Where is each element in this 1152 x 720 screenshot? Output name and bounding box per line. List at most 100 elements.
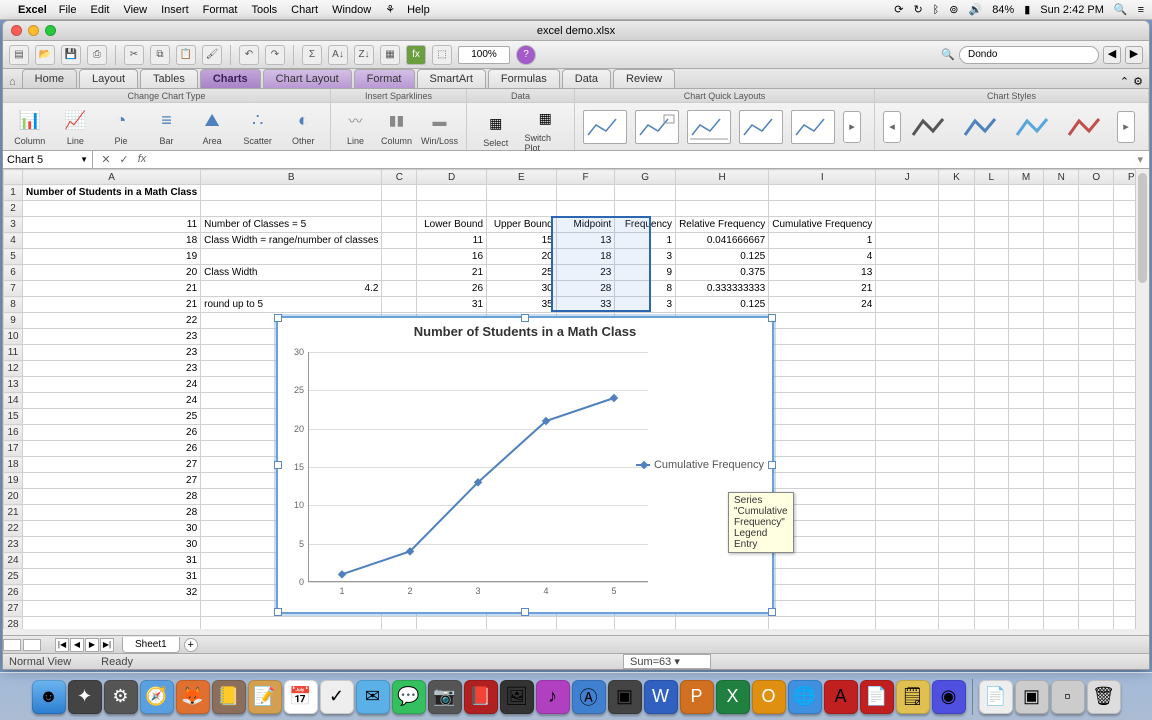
cell-J23[interactable] xyxy=(876,537,939,553)
cell-O6[interactable] xyxy=(1079,265,1114,281)
settings-icon[interactable]: ⚙ xyxy=(104,680,138,714)
cell-M19[interactable] xyxy=(1008,473,1043,489)
cell-N25[interactable] xyxy=(1044,569,1079,585)
nav-prev[interactable]: ◀ xyxy=(1103,46,1121,64)
format-painter-button[interactable]: 🖌 xyxy=(202,45,222,65)
cell-O22[interactable] xyxy=(1079,521,1114,537)
cell-B8[interactable]: round up to 5 xyxy=(201,297,382,313)
cell-D6[interactable]: 21 xyxy=(417,265,487,281)
cell-N11[interactable] xyxy=(1044,345,1079,361)
cell-I7[interactable]: 21 xyxy=(769,281,876,297)
cell-L3[interactable] xyxy=(974,217,1008,233)
cell-M28[interactable] xyxy=(1008,617,1043,630)
row-header-8[interactable]: 8 xyxy=(4,297,23,313)
cell-A18[interactable]: 27 xyxy=(23,457,201,473)
cell-I16[interactable] xyxy=(769,425,876,441)
spotlight-icon[interactable]: 🔍 xyxy=(1114,3,1128,16)
cell-G5[interactable]: 3 xyxy=(615,249,676,265)
cell-L25[interactable] xyxy=(974,569,1008,585)
tab-chart-layout[interactable]: Chart Layout xyxy=(263,69,352,88)
chart-style-4[interactable] xyxy=(1065,113,1109,141)
cell-O15[interactable] xyxy=(1079,409,1114,425)
layouts-more[interactable]: ▸ xyxy=(843,111,861,143)
cell-J27[interactable] xyxy=(876,601,939,617)
cell-I18[interactable] xyxy=(769,457,876,473)
cell-I24[interactable] xyxy=(769,553,876,569)
cell-O14[interactable] xyxy=(1079,393,1114,409)
cell-C4[interactable] xyxy=(382,233,417,249)
close-button[interactable] xyxy=(11,25,22,36)
ribbon-collapse-icon[interactable]: ⌂ xyxy=(9,76,16,88)
cell-F28[interactable] xyxy=(556,617,615,630)
autosum-button[interactable]: Σ xyxy=(302,45,322,65)
cell-J3[interactable] xyxy=(876,217,939,233)
pdf-icon[interactable]: 📕 xyxy=(464,680,498,714)
cell-B6[interactable]: Class Width xyxy=(201,265,382,281)
cell-L15[interactable] xyxy=(974,409,1008,425)
cell-O10[interactable] xyxy=(1079,329,1114,345)
cell-J21[interactable] xyxy=(876,505,939,521)
cell-J19[interactable] xyxy=(876,473,939,489)
titlebar[interactable]: excel demo.xlsx xyxy=(3,21,1149,41)
cell-I1[interactable] xyxy=(769,185,876,201)
row-header-28[interactable]: 28 xyxy=(4,617,23,630)
mail-icon[interactable]: ✉ xyxy=(356,680,390,714)
cell-B28[interactable] xyxy=(201,617,382,630)
cell-I4[interactable]: 1 xyxy=(769,233,876,249)
menu-edit[interactable]: Edit xyxy=(90,4,109,16)
cell-J9[interactable] xyxy=(876,313,939,329)
quick-layout-2[interactable] xyxy=(635,110,679,144)
fx-icon[interactable]: fx xyxy=(135,153,149,166)
new-doc-button[interactable]: ▤ xyxy=(9,45,29,65)
cell-A14[interactable]: 24 xyxy=(23,393,201,409)
cell-I19[interactable] xyxy=(769,473,876,489)
accept-formula-icon[interactable]: ✓ xyxy=(117,153,131,166)
cell-H28[interactable] xyxy=(676,617,769,630)
cell-O23[interactable] xyxy=(1079,537,1114,553)
cell-J20[interactable] xyxy=(876,489,939,505)
row-header-10[interactable]: 10 xyxy=(4,329,23,345)
row-header-26[interactable]: 26 xyxy=(4,585,23,601)
cell-J17[interactable] xyxy=(876,441,939,457)
zoom-select[interactable]: 100% xyxy=(458,46,510,64)
launchpad-icon[interactable]: ✦ xyxy=(68,680,102,714)
cell-D7[interactable]: 26 xyxy=(417,281,487,297)
cell-K13[interactable] xyxy=(939,377,975,393)
cell-A16[interactable]: 26 xyxy=(23,425,201,441)
cell-I9[interactable] xyxy=(769,313,876,329)
cell-J10[interactable] xyxy=(876,329,939,345)
battery-icon[interactable]: ▮ xyxy=(1024,3,1030,16)
cell-L10[interactable] xyxy=(974,329,1008,345)
cell-M1[interactable] xyxy=(1008,185,1043,201)
cell-K26[interactable] xyxy=(939,585,975,601)
cell-N14[interactable] xyxy=(1044,393,1079,409)
cell-B1[interactable] xyxy=(201,185,382,201)
cell-N27[interactable] xyxy=(1044,601,1079,617)
menu-chart[interactable]: Chart xyxy=(291,4,318,16)
cell-H2[interactable] xyxy=(676,201,769,217)
cell-O2[interactable] xyxy=(1079,201,1114,217)
cell-L20[interactable] xyxy=(974,489,1008,505)
tab-format[interactable]: Format xyxy=(354,69,415,88)
cell-F2[interactable] xyxy=(556,201,615,217)
cell-K6[interactable] xyxy=(939,265,975,281)
cell-K7[interactable] xyxy=(939,281,975,297)
menu-file[interactable]: File xyxy=(59,4,77,16)
minimize-button[interactable] xyxy=(28,25,39,36)
cell-O18[interactable] xyxy=(1079,457,1114,473)
cell-D3[interactable]: Lower Bound xyxy=(417,217,487,233)
col-header-C[interactable]: C xyxy=(382,170,417,185)
cell-M10[interactable] xyxy=(1008,329,1043,345)
cell-O7[interactable] xyxy=(1079,281,1114,297)
photos-icon[interactable]: 🖼 xyxy=(500,680,534,714)
cell-N16[interactable] xyxy=(1044,425,1079,441)
cell-L26[interactable] xyxy=(974,585,1008,601)
zoom-button[interactable] xyxy=(45,25,56,36)
row-header-15[interactable]: 15 xyxy=(4,409,23,425)
row-header-14[interactable]: 14 xyxy=(4,393,23,409)
cell-A19[interactable]: 27 xyxy=(23,473,201,489)
cell-C28[interactable] xyxy=(382,617,417,630)
copy-button[interactable]: ⧉ xyxy=(150,45,170,65)
show-formula-button[interactable]: ⬚ xyxy=(432,45,452,65)
cell-K10[interactable] xyxy=(939,329,975,345)
